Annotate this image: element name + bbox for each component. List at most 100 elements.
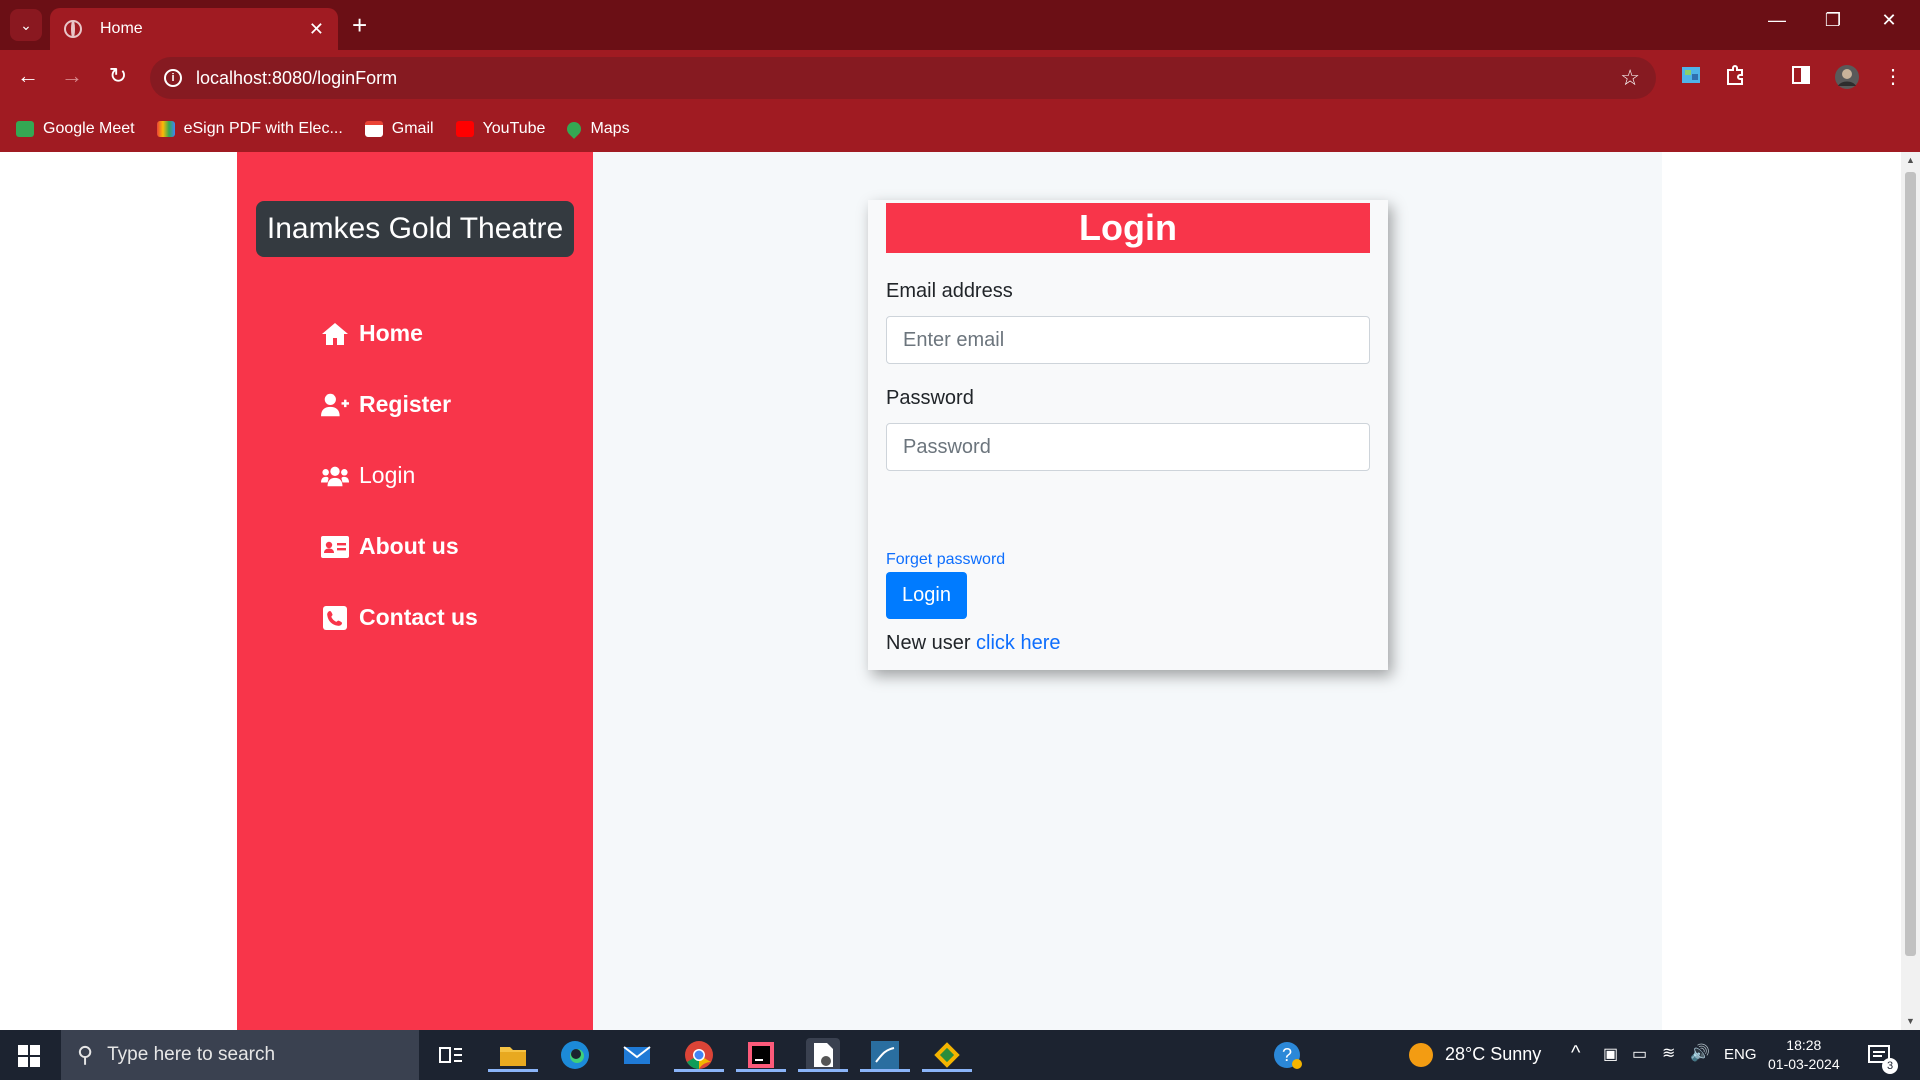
sidebar-item-label: About us bbox=[359, 533, 459, 559]
sidebar-item-login[interactable]: Login bbox=[321, 462, 415, 489]
bookmark-label: eSign PDF with Elec... bbox=[183, 120, 343, 137]
user-plus-icon bbox=[321, 393, 349, 417]
clock-date: 01-03-2024 bbox=[1768, 1056, 1840, 1072]
id-card-icon bbox=[321, 535, 349, 558]
password-field[interactable] bbox=[886, 423, 1370, 471]
weather-text[interactable]: 28°C Sunny bbox=[1445, 1044, 1541, 1065]
bookmark-youtube[interactable]: YouTube bbox=[455, 120, 546, 138]
scrollbar-thumb[interactable] bbox=[1905, 172, 1916, 956]
sidebar-item-register[interactable]: Register bbox=[321, 391, 451, 418]
tray-chevron-up-icon[interactable]: ^ bbox=[1571, 1042, 1580, 1065]
bookmark-label: YouTube bbox=[482, 120, 546, 137]
youtube-icon bbox=[455, 121, 474, 137]
mail-icon[interactable] bbox=[620, 1038, 654, 1072]
minimize-button[interactable]: — bbox=[1754, 10, 1800, 31]
weather-sun-icon[interactable] bbox=[1404, 1038, 1438, 1072]
browser-tab[interactable]: Home ✕ bbox=[50, 8, 338, 50]
bookmark-maps[interactable]: Maps bbox=[564, 119, 630, 139]
bookmark-label: Google Meet bbox=[43, 120, 135, 137]
esign-icon bbox=[156, 121, 175, 137]
google-meet-icon bbox=[16, 121, 34, 137]
page-scrollbar[interactable]: ▲ ▼ bbox=[1901, 152, 1920, 1030]
browser-tab-strip: ⌄ Home ✕ + — ❐ ✕ bbox=[0, 0, 1920, 50]
site-info-icon[interactable]: i bbox=[164, 69, 182, 87]
new-user-prompt: New user click here bbox=[886, 632, 1061, 655]
browser-toolbar: ← → ↻ i localhost:8080/loginForm ☆ ⋮ bbox=[0, 50, 1920, 106]
login-heading: Login bbox=[886, 203, 1370, 253]
running-indicator bbox=[488, 1069, 538, 1072]
clock[interactable]: 18:28 01-03-2024 bbox=[1768, 1036, 1840, 1074]
taskbar-search-placeholder: Type here to search bbox=[107, 1044, 276, 1065]
home-icon bbox=[321, 322, 349, 346]
language-indicator[interactable]: ENG bbox=[1724, 1046, 1757, 1063]
phone-square-icon bbox=[321, 605, 349, 630]
git-gui-icon[interactable] bbox=[922, 1038, 972, 1072]
bookmark-esign-pdf[interactable]: eSign PDF with Elec... bbox=[156, 120, 343, 138]
bookmark-star-icon[interactable]: ☆ bbox=[1620, 65, 1640, 91]
tab-search-button[interactable]: ⌄ bbox=[10, 9, 42, 41]
mysql-workbench-icon[interactable] bbox=[860, 1038, 910, 1072]
restore-button[interactable]: ❐ bbox=[1810, 10, 1856, 31]
windows-start-icon[interactable] bbox=[18, 1045, 40, 1067]
notification-count-badge: 3 bbox=[1882, 1058, 1898, 1074]
brand-title[interactable]: Inamkes Gold Theatre bbox=[256, 201, 574, 257]
scroll-up-arrow-icon[interactable]: ▲ bbox=[1906, 155, 1915, 165]
battery-icon[interactable]: ▭ bbox=[1632, 1044, 1647, 1064]
file-explorer-icon[interactable] bbox=[488, 1038, 538, 1072]
profile-avatar[interactable] bbox=[1834, 64, 1860, 90]
sidebar-item-home[interactable]: Home bbox=[321, 320, 423, 347]
windows-taskbar: ⚲ Type here to search ? 28°C Sunny ^ ▣ ▭… bbox=[0, 1030, 1920, 1080]
sidebar-item-contact[interactable]: Contact us bbox=[321, 604, 478, 631]
running-indicator bbox=[860, 1069, 910, 1072]
close-tab-icon[interactable]: ✕ bbox=[309, 19, 324, 40]
new-tab-button[interactable]: + bbox=[352, 10, 367, 40]
search-icon: ⚲ bbox=[77, 1042, 94, 1067]
url-text: localhost:8080/loginForm bbox=[196, 67, 398, 88]
bookmark-gmail[interactable]: Gmail bbox=[364, 120, 434, 138]
intellij-icon[interactable] bbox=[736, 1038, 786, 1072]
extension-icon[interactable] bbox=[1678, 64, 1704, 90]
page-viewport: Inamkes Gold Theatre Home Register Login… bbox=[0, 152, 1901, 1030]
chevron-down-icon: ⌄ bbox=[20, 16, 32, 33]
reload-button[interactable]: ↻ bbox=[103, 63, 133, 89]
task-view-icon[interactable] bbox=[434, 1038, 468, 1072]
volume-icon[interactable]: 🔊 bbox=[1690, 1043, 1710, 1063]
running-indicator bbox=[798, 1069, 848, 1072]
bookmark-label: Gmail bbox=[391, 120, 434, 137]
edge-browser-icon[interactable] bbox=[558, 1038, 592, 1072]
close-window-button[interactable]: ✕ bbox=[1866, 10, 1912, 31]
taskbar-search-box[interactable]: ⚲ Type here to search bbox=[61, 1030, 419, 1080]
wifi-icon[interactable]: ≋ bbox=[1662, 1043, 1675, 1063]
forgot-password-link[interactable]: Forget password bbox=[886, 551, 1005, 569]
notifications-icon[interactable]: 3 bbox=[1862, 1038, 1898, 1074]
maps-pin-icon bbox=[564, 119, 585, 139]
more-menu-icon[interactable]: ⋮ bbox=[1880, 64, 1906, 90]
scroll-down-arrow-icon[interactable]: ▼ bbox=[1906, 1016, 1915, 1026]
password-label: Password bbox=[886, 387, 974, 409]
users-icon bbox=[321, 465, 349, 487]
extensions-puzzle-icon[interactable] bbox=[1722, 64, 1748, 90]
forward-button[interactable]: → bbox=[57, 63, 87, 89]
tab-title: Home bbox=[100, 20, 143, 37]
sidebar-item-label: Home bbox=[359, 320, 423, 346]
active-app-icon[interactable] bbox=[798, 1038, 848, 1072]
sidebar-item-label: Login bbox=[359, 462, 416, 488]
running-indicator bbox=[736, 1069, 786, 1072]
address-bar[interactable]: i localhost:8080/loginForm ☆ bbox=[150, 57, 1656, 99]
running-indicator bbox=[674, 1069, 724, 1072]
sidebar-item-label: Register bbox=[359, 391, 452, 417]
side-panel-icon[interactable] bbox=[1788, 64, 1814, 90]
help-icon[interactable]: ? bbox=[1271, 1038, 1305, 1072]
sidebar-item-about[interactable]: About us bbox=[321, 533, 459, 560]
email-field[interactable] bbox=[886, 316, 1370, 364]
bookmark-google-meet[interactable]: Google Meet bbox=[16, 120, 135, 138]
register-link[interactable]: click here bbox=[976, 632, 1060, 654]
back-button[interactable]: ← bbox=[13, 63, 43, 89]
sidebar: Inamkes Gold Theatre Home Register Login… bbox=[237, 152, 593, 1030]
new-user-text: New user bbox=[886, 632, 971, 654]
meet-now-icon[interactable]: ▣ bbox=[1603, 1044, 1618, 1064]
login-submit-button[interactable]: Login bbox=[886, 572, 967, 619]
gmail-icon bbox=[364, 121, 383, 137]
chrome-icon[interactable] bbox=[674, 1038, 724, 1072]
running-indicator bbox=[922, 1069, 972, 1072]
